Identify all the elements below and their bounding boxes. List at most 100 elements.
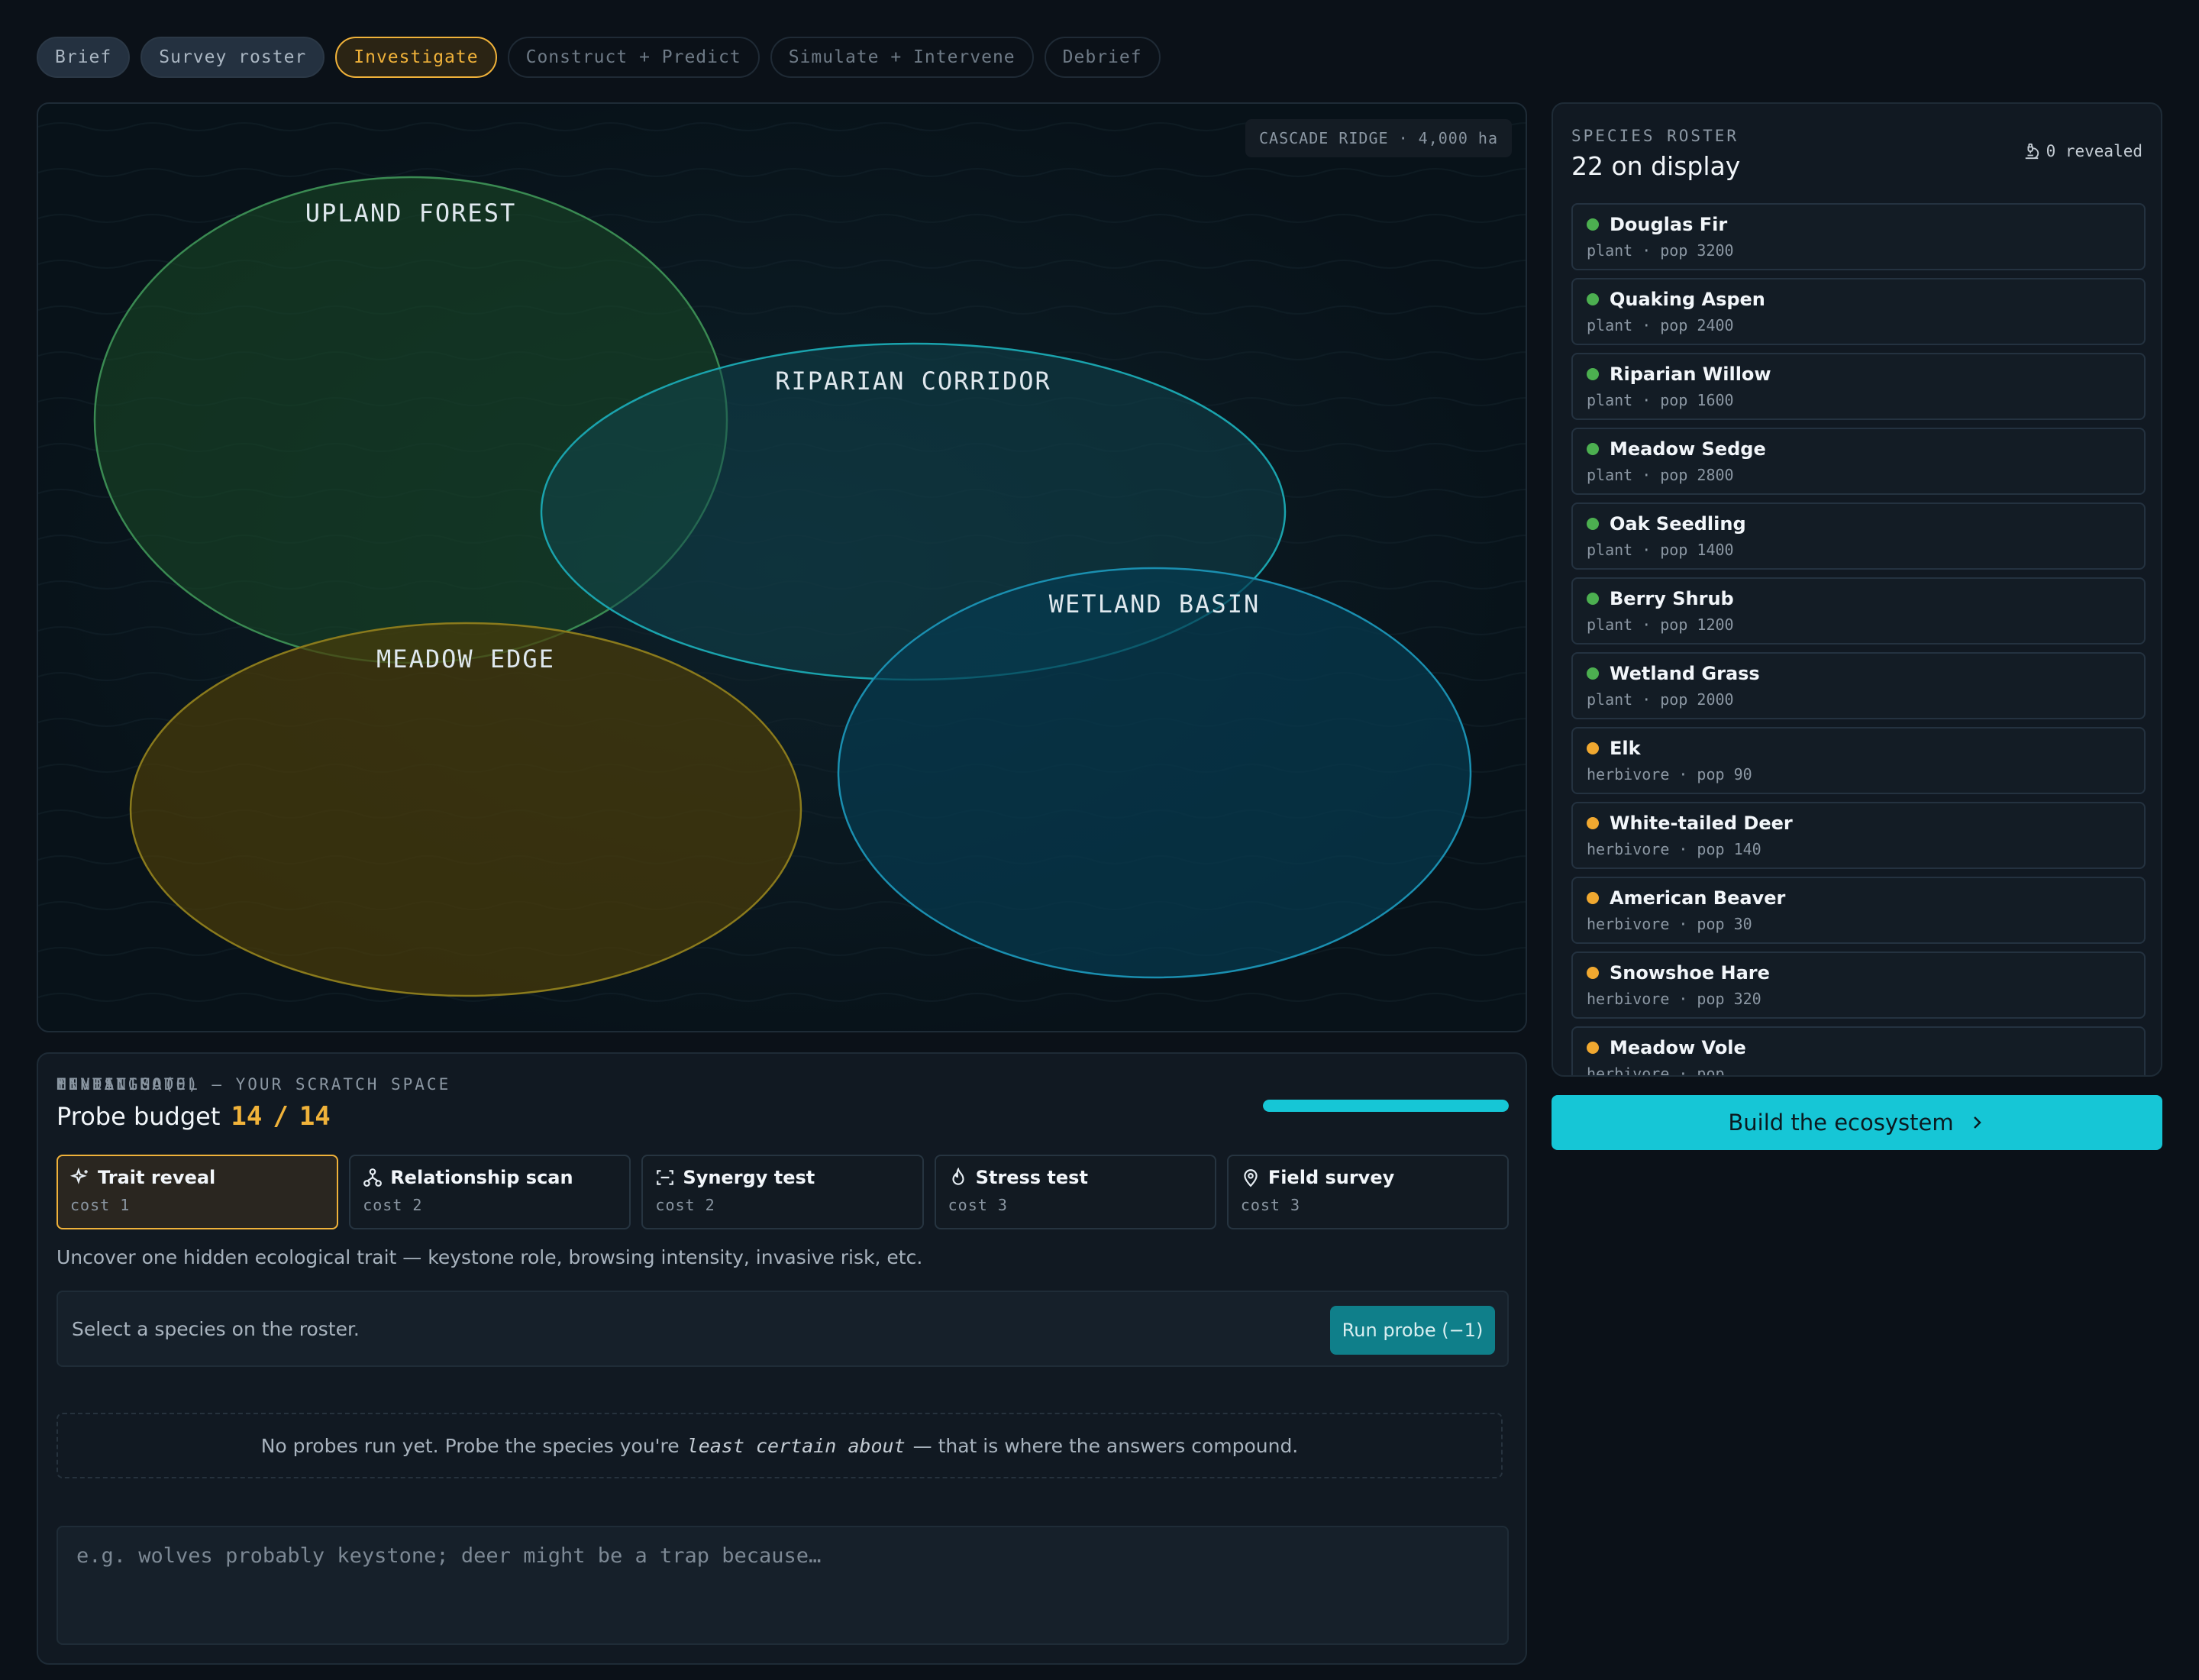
probe-trait-reveal[interactable]: Trait reveal cost 1: [57, 1155, 339, 1229]
tab-construct-predict[interactable]: Construct + Predict: [507, 37, 760, 78]
species-population: pop: [1669, 1065, 1724, 1075]
species-population: pop 1200: [1632, 615, 1733, 634]
zone-wetland-basin[interactable]: [837, 567, 1472, 979]
species-type-dot: [1587, 742, 1599, 754]
build-ecosystem-button[interactable]: Build the ecosystem: [1552, 1095, 2162, 1150]
species-card[interactable]: Quaking Aspen plantpop 2400: [1571, 278, 2146, 345]
species-name: White-tailed Deer: [1610, 813, 1793, 834]
species-card[interactable]: Meadow Vole herbivorepop: [1571, 1026, 2146, 1075]
mental-model-textarea[interactable]: [57, 1526, 1509, 1645]
species-type-dot: [1587, 593, 1599, 605]
species-population: pop 320: [1669, 990, 1761, 1008]
probe-title: Synergy test: [683, 1167, 815, 1188]
zone-label-upland: UPLAND FOREST: [305, 199, 516, 228]
flame-icon: [952, 1168, 964, 1185]
species-name: Snowshoe Hare: [1610, 962, 1770, 984]
species-name: Elk: [1610, 738, 1641, 759]
probe-cost: cost 3: [948, 1196, 1008, 1214]
species-type-dot: [1587, 967, 1599, 979]
findings-empty-text-start: No probes run yet. Probe the species you…: [260, 1434, 680, 1457]
probe-types: Trait reveal cost 1 Relationship scan co…: [57, 1155, 1510, 1229]
findings-empty-state: No probes run yet. Probe the species you…: [57, 1413, 1503, 1478]
species-name: Berry Shrub: [1610, 588, 1734, 609]
probe-description: Uncover one hidden ecological trait — ke…: [57, 1246, 923, 1268]
probe-synergy-test[interactable]: Synergy test cost 2: [641, 1155, 924, 1229]
zone-label-wetland: WETLAND BASIN: [1049, 590, 1260, 619]
probe-budget-label: Probe budget: [57, 1102, 221, 1131]
species-type: herbivore: [1587, 990, 1670, 1008]
species-type-dot: [1587, 368, 1599, 380]
species-type-dot: [1587, 443, 1599, 455]
species-card[interactable]: American Beaver herbivorepop 30: [1571, 877, 2146, 944]
species-card[interactable]: Riparian Willow plantpop 1600: [1571, 353, 2146, 420]
probe-budget-remaining: 14: [231, 1101, 263, 1132]
probe-budget-separator: /: [273, 1101, 289, 1132]
tab-survey-roster[interactable]: Survey roster: [140, 37, 325, 78]
probe-relationship-scan[interactable]: Relationship scan cost 2: [349, 1155, 631, 1229]
species-type-dot: [1587, 518, 1599, 530]
species-type: plant: [1587, 391, 1633, 409]
species-population: pop 2800: [1632, 466, 1733, 484]
species-card[interactable]: Wetland Grass plantpop 2000: [1571, 652, 2146, 719]
sparkles-icon: [70, 1168, 88, 1184]
mental-model-label: MENTAL MODEL — YOUR SCRATCH SPACE: [57, 1075, 451, 1094]
species-name: Meadow Sedge: [1610, 438, 1766, 460]
species-name: Riparian Willow: [1610, 363, 1771, 385]
microscope-icon: [2025, 143, 2039, 160]
species-population: pop 1600: [1632, 391, 1733, 409]
tab-debrief[interactable]: Debrief: [1044, 37, 1161, 78]
revealed-count: 0 revealed: [2023, 142, 2142, 160]
species-type: herbivore: [1587, 915, 1670, 933]
species-card[interactable]: Snowshoe Hare herbivorepop 320: [1571, 951, 2146, 1019]
species-card[interactable]: Douglas Fir plantpop 3200: [1571, 203, 2146, 270]
probe-field-survey[interactable]: Field survey cost 3: [1226, 1155, 1510, 1229]
tab-investigate[interactable]: Investigate: [335, 37, 497, 78]
map-pin-icon: [1244, 1169, 1258, 1187]
build-ecosystem-label: Build the ecosystem: [1728, 1110, 1954, 1136]
species-type-dot: [1587, 218, 1599, 231]
network-icon: [363, 1168, 383, 1187]
species-type: herbivore: [1587, 765, 1670, 783]
species-card[interactable]: Elk herbivorepop 90: [1571, 727, 2146, 794]
zone-label-riparian: RIPARIAN CORRIDOR: [775, 367, 1051, 396]
species-type: plant: [1587, 541, 1633, 559]
species-card[interactable]: Oak Seedling plantpop 1400: [1571, 502, 2146, 570]
species-population: pop 2000: [1632, 690, 1733, 709]
species-type: plant: [1587, 690, 1633, 709]
species-list: Douglas Firplantpop 3200Quaking Aspenpla…: [1571, 203, 2146, 1075]
probe-budget: Probe budget 14 / 14: [57, 1101, 331, 1132]
species-type: plant: [1587, 615, 1633, 634]
species-name: Quaking Aspen: [1610, 289, 1765, 310]
phase-tabs: Brief Survey roster Investigate Construc…: [37, 37, 1161, 78]
species-name: Meadow Vole: [1610, 1037, 1746, 1058]
roster-count: 22 on display: [1571, 151, 1741, 181]
species-card[interactable]: Meadow Sedge plantpop 2800: [1571, 428, 2146, 495]
species-card[interactable]: White-tailed Deer herbivorepop 140: [1571, 802, 2146, 869]
probe-budget-total: 14: [299, 1101, 331, 1132]
probe-title: Stress test: [975, 1167, 1088, 1188]
habitat-map: UPLAND FOREST RIPARIAN CORRIDOR WETLAND …: [37, 102, 1527, 1032]
select-species-prompt: Select a species on the roster.: [72, 1318, 360, 1340]
tab-brief[interactable]: Brief: [37, 37, 131, 78]
species-population: pop 3200: [1632, 241, 1733, 260]
species-name: Douglas Fir: [1610, 214, 1728, 235]
species-card[interactable]: Berry Shrub plantpop 1200: [1571, 577, 2146, 645]
probe-stress-test[interactable]: Stress test cost 3: [934, 1155, 1216, 1229]
habitat-map-canvas: UPLAND FOREST RIPARIAN CORRIDOR WETLAND …: [38, 104, 1526, 1031]
species-type: plant: [1587, 316, 1633, 334]
species-name: Oak Seedling: [1610, 513, 1746, 535]
map-region-tag: CASCADE RIDGE · 4,000 ha: [1245, 119, 1512, 157]
chevron-right-icon: [1973, 1116, 1981, 1129]
probe-budget-bar-fill: [1263, 1100, 1509, 1112]
probe-cost: cost 3: [1240, 1196, 1301, 1214]
probe-cost: cost 2: [655, 1196, 715, 1214]
species-roster: SPECIES ROSTER 22 on display 0 revealed …: [1552, 102, 2162, 1077]
tab-simulate-intervene[interactable]: Simulate + Intervene: [770, 37, 1034, 78]
zone-label-meadow: MEADOW EDGE: [376, 645, 555, 674]
species-type-dot: [1587, 667, 1599, 680]
zone-meadow-edge[interactable]: [129, 622, 802, 997]
species-population: pop 90: [1669, 765, 1752, 783]
run-probe-button[interactable]: Run probe (−1): [1330, 1306, 1495, 1355]
species-type: plant: [1587, 466, 1633, 484]
probe-target-row: Select a species on the roster. Run prob…: [57, 1291, 1509, 1367]
